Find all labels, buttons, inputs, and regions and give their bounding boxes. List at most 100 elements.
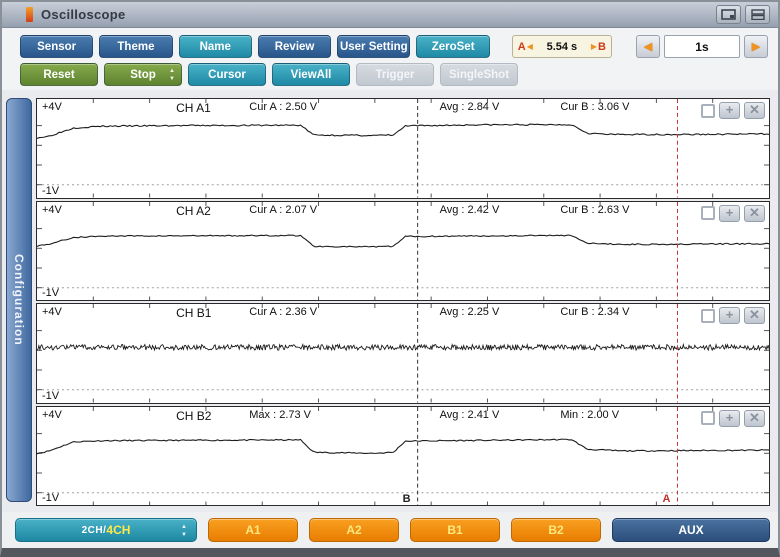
user-setting-button[interactable]: User Setting [337, 35, 410, 58]
channel-checkbox[interactable] [701, 104, 715, 118]
restore-window-icon [721, 9, 736, 20]
plus-icon: + [726, 410, 734, 425]
channel-b2-button[interactable]: B2 [511, 518, 601, 542]
channel-a2-button[interactable]: A2 [309, 518, 399, 542]
channel-checkbox[interactable] [701, 309, 715, 323]
measurement-cur-b: Cur B : 3.06 V [560, 101, 629, 113]
user-setting-button-label: User Setting [340, 41, 408, 53]
timebase-value[interactable]: 1s [664, 35, 740, 58]
mode-spinner-icon[interactable]: ▲ ▼ [181, 523, 187, 539]
channel-mode-selector[interactable]: 2CH/ 4CH ▲ ▼ [15, 518, 197, 542]
waveform-a2 [37, 202, 769, 301]
cursor-a-label[interactable]: A [663, 493, 671, 505]
channel-name: CH B2 [176, 409, 211, 423]
measurement-min: Min : 2.00 V [560, 409, 619, 421]
close-icon: ✕ [749, 307, 760, 322]
measurement-avg: Avg : 2.42 V [440, 204, 500, 216]
measurement-avg: Avg : 2.41 V [440, 409, 500, 421]
zoom-channel-button[interactable]: + [719, 307, 740, 324]
channel-checkbox[interactable] [701, 411, 715, 425]
top-voltage-label: +4V [42, 101, 62, 113]
name-button[interactable]: Name [179, 35, 252, 58]
waveform-a1 [37, 99, 769, 198]
right-arrow-icon: ▶ [752, 40, 760, 53]
close-icon: ✕ [749, 410, 760, 425]
stop-button[interactable]: Stop ▲ ▼ [104, 63, 182, 86]
left-arrow-icon: ◀ [644, 40, 652, 53]
cursor-a-indicator: A [518, 41, 526, 53]
channel-panel-a1: +4V CH A1 Cur A : 2.50 V Avg : 2.84 V Cu… [36, 98, 770, 199]
reset-button[interactable]: Reset [20, 63, 98, 86]
configuration-tab[interactable]: Configuration [6, 98, 32, 502]
zeroset-button-label: ZeroSet [432, 41, 475, 53]
mode-2ch-label: 2CH/ [82, 525, 107, 536]
measurement-avg: Avg : 2.84 V [440, 101, 500, 113]
mode-4ch-label: 4CH [106, 523, 130, 537]
theme-button-label: Theme [117, 41, 154, 53]
bottom-voltage-label: -1V [42, 390, 59, 402]
viewall-button-label: ViewAll [291, 69, 332, 81]
zoom-channel-button[interactable]: + [719, 205, 740, 222]
bottom-voltage-label: -1V [42, 185, 59, 197]
plus-icon: + [726, 307, 734, 322]
channel-a1-button-label: A1 [245, 523, 260, 537]
viewall-button[interactable]: ViewAll [272, 63, 350, 86]
minimize-window-button[interactable] [745, 5, 770, 24]
theme-button[interactable]: Theme [99, 35, 172, 58]
minimize-window-icon [751, 9, 765, 20]
zeroset-button[interactable]: ZeroSet [416, 35, 489, 58]
main-area: Configuration +4V CH A1 Cur A : 2.50 V A… [2, 90, 778, 512]
measurement-cur-a: Cur A : 2.07 V [249, 204, 317, 216]
channel-a1-button[interactable]: A1 [208, 518, 298, 542]
bottom-voltage-label: -1V [42, 287, 59, 299]
channel-name: CH A2 [176, 204, 211, 218]
waveform-b1 [37, 304, 769, 403]
measurement-cur-a: Cur A : 2.36 V [249, 306, 317, 318]
cursor-b-arrow-icon: ▶ [590, 42, 598, 51]
restore-window-button[interactable] [716, 5, 741, 24]
configuration-label: Configuration [12, 254, 26, 346]
top-voltage-label: +4V [42, 306, 62, 318]
top-voltage-label: +4V [42, 204, 62, 216]
measurement-max: Max : 2.73 V [249, 409, 311, 421]
close-channel-button[interactable]: ✕ [744, 410, 765, 427]
ab-time-readout: A ◀ 5.54 s ▶ B [512, 35, 612, 58]
stop-spinner-icon[interactable]: ▲ ▼ [169, 67, 175, 83]
close-icon: ✕ [749, 205, 760, 220]
close-channel-button[interactable]: ✕ [744, 205, 765, 222]
channel-name: CH A1 [176, 101, 211, 115]
measurement-avg: Avg : 2.25 V [440, 306, 500, 318]
aux-button[interactable]: AUX [612, 518, 770, 542]
close-channel-button[interactable]: ✕ [744, 307, 765, 324]
oscilloscope-window: Oscilloscope Sensor Theme Name Review [0, 0, 780, 557]
cursor-button[interactable]: Cursor [188, 63, 266, 86]
cursor-b-indicator: B [598, 41, 606, 53]
trigger-button: Trigger [356, 63, 434, 86]
timebase-control: ◀ 1s ▶ [636, 35, 768, 58]
cursor-b-label[interactable]: B [403, 493, 411, 505]
name-button-label: Name [200, 41, 231, 53]
aux-button-label: AUX [678, 523, 703, 537]
ab-time-value: 5.54 s [534, 41, 590, 53]
channel-b2-button-label: B2 [548, 523, 563, 537]
close-channel-button[interactable]: ✕ [744, 102, 765, 119]
close-icon: ✕ [749, 102, 760, 117]
bottom-voltage-label: -1V [42, 492, 59, 504]
titlebar: Oscilloscope [2, 2, 778, 28]
review-button[interactable]: Review [258, 35, 331, 58]
sensor-button[interactable]: Sensor [20, 35, 93, 58]
sensor-button-label: Sensor [37, 41, 76, 53]
timebase-decrease-button[interactable]: ◀ [636, 35, 660, 58]
timebase-increase-button[interactable]: ▶ [744, 35, 768, 58]
channel-panels: +4V CH A1 Cur A : 2.50 V Avg : 2.84 V Cu… [36, 98, 770, 506]
bottom-bar: 2CH/ 4CH ▲ ▼ A1 A2 B1 B2 AUX [2, 512, 778, 548]
channel-checkbox[interactable] [701, 206, 715, 220]
cursor-button-label: Cursor [208, 69, 246, 81]
zoom-channel-button[interactable]: + [719, 102, 740, 119]
stop-button-label: Stop [130, 69, 156, 81]
measurement-cur-a: Cur A : 2.50 V [249, 101, 317, 113]
plus-icon: + [726, 205, 734, 220]
zoom-channel-button[interactable]: + [719, 410, 740, 427]
cursor-a-arrow-icon: ◀ [526, 42, 534, 51]
channel-b1-button[interactable]: B1 [410, 518, 500, 542]
